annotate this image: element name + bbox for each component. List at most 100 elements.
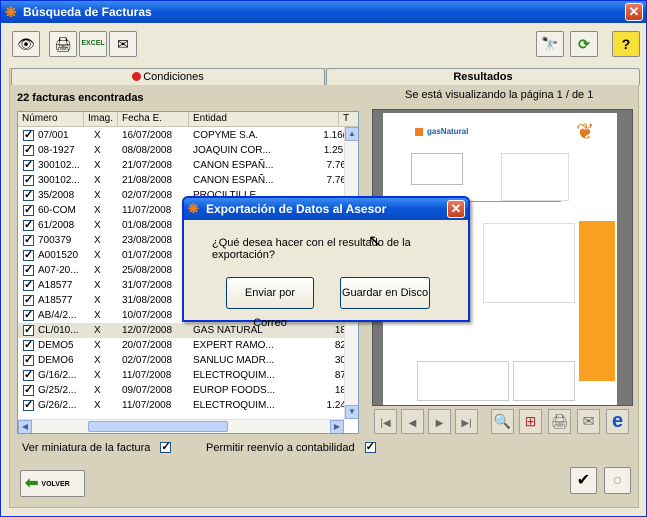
scroll-thumb[interactable] — [88, 421, 228, 432]
first-page-button[interactable]: |◀ — [374, 409, 397, 434]
preview-send-button[interactable]: ✉ — [577, 409, 600, 434]
cell-total: 87 — [334, 370, 346, 381]
tab-results-label: Resultados — [453, 71, 513, 83]
search-button[interactable]: 🔭 — [536, 31, 564, 57]
back-button[interactable]: ⬅ VOLVER — [20, 470, 85, 497]
row-checkbox[interactable] — [23, 338, 34, 353]
table-row[interactable]: 300102... X 21/07/2008 CANON ESPAÑ... 7.76 — [18, 158, 348, 173]
scroll-up-button[interactable]: ▲ — [345, 127, 358, 141]
binoculars-icon: 🔭 — [541, 36, 559, 52]
row-checkbox[interactable] — [23, 188, 34, 203]
excel-icon: EXCEL — [81, 40, 105, 47]
printer-icon: 🖨 — [550, 413, 569, 429]
butterfly-logo-icon: ❦ — [576, 119, 595, 144]
preview-print-button[interactable]: 🖨 — [548, 409, 571, 434]
row-checkbox[interactable] — [23, 173, 34, 188]
column-header-entity[interactable]: Entidad — [189, 112, 339, 127]
check-icon: ✔ — [576, 472, 591, 489]
resend-option[interactable]: Permitir reenvío a contabilidad — [206, 440, 376, 454]
cancel-button[interactable]: ○ — [604, 467, 631, 494]
row-checkbox[interactable] — [23, 203, 34, 218]
accept-button[interactable]: ✔ — [570, 467, 597, 494]
browser-button[interactable]: e — [606, 409, 629, 434]
cell-number: AB/4/2... — [38, 310, 77, 321]
thumbnail-checkbox[interactable] — [160, 440, 172, 453]
column-header-total[interactable]: T — [339, 112, 358, 127]
cell-date: 09/07/2008 — [122, 385, 173, 396]
cell-number: 60-COM — [38, 205, 76, 216]
row-checkbox[interactable] — [23, 263, 34, 278]
scroll-left-button[interactable]: ◀ — [18, 420, 32, 433]
cell-number: 61/2008 — [38, 220, 75, 231]
resend-checkbox[interactable] — [364, 440, 376, 453]
brand-mark-icon — [415, 128, 423, 136]
cell-date: 21/07/2008 — [122, 160, 173, 171]
row-checkbox[interactable] — [23, 353, 34, 368]
eye-icon: 👁 — [17, 36, 35, 52]
print-button[interactable]: 🖨 — [49, 31, 77, 57]
export-button[interactable]: ✉ — [109, 31, 137, 57]
scroll-down-button[interactable]: ▼ — [345, 405, 358, 419]
zoom-button[interactable]: 🔍 — [491, 409, 514, 434]
table-row[interactable]: DEMO5 X 20/07/2008 EXPERT RAMO... 82 — [18, 338, 348, 353]
column-header-date[interactable]: Fecha E. — [118, 112, 189, 127]
column-header-image[interactable]: Imag. — [84, 112, 118, 127]
cell-date: 11/07/2008 — [122, 370, 172, 381]
dialog-title: Exportación de Datos al Asesor — [206, 202, 387, 216]
row-checkbox[interactable] — [23, 128, 34, 143]
send-email-button[interactable]: Enviar por Correo — [226, 277, 314, 329]
help-button[interactable]: ? — [612, 31, 640, 57]
cell-entity: ELECTROQUIM... — [193, 370, 275, 381]
row-checkbox[interactable] — [23, 398, 34, 413]
table-row[interactable]: G/25/2... X 09/07/2008 EUROP FOODS... 18 — [18, 383, 348, 398]
row-checkbox[interactable] — [23, 278, 34, 293]
next-page-button[interactable]: ▶ — [428, 409, 451, 434]
row-checkbox[interactable] — [23, 233, 34, 248]
table-row[interactable]: DEMO6 X 02/07/2008 SANLUC MADR... 30 — [18, 353, 348, 368]
cell-number: G/26/2... — [38, 400, 77, 411]
details-table — [483, 223, 575, 303]
table-row[interactable]: G/26/2... X 11/07/2008 ELECTROQUIM... 1.24 — [18, 398, 348, 413]
horizontal-scrollbar[interactable]: ◀ ▶ — [18, 419, 344, 433]
view-button[interactable]: 👁 — [12, 31, 40, 57]
row-checkbox[interactable] — [23, 143, 34, 158]
cell-date: 10/07/2008 — [122, 310, 173, 321]
tab-results[interactable]: Resultados — [326, 68, 640, 85]
row-checkbox[interactable] — [23, 248, 34, 263]
excel-button[interactable]: EXCEL — [79, 31, 107, 57]
dialog-close-button[interactable]: ✕ — [447, 200, 465, 218]
grid-button[interactable]: ⊞ — [519, 409, 542, 434]
save-disk-button[interactable]: Guardar en Disco — [340, 277, 430, 309]
cell-entity: EXPERT RAMO... — [193, 340, 274, 351]
table-row[interactable]: CL/010...X12/07/2008GAS NATURAL18 — [18, 323, 348, 338]
cell-date: 31/08/2008 — [122, 295, 173, 306]
circle-icon: ○ — [612, 472, 623, 489]
cell-number: G/25/2... — [38, 385, 77, 396]
refresh-button[interactable]: ⟳ — [570, 31, 598, 57]
table-row[interactable]: 300102... X 21/08/2008 CANON ESPAÑ... 7.76 — [18, 173, 348, 188]
tab-conditions[interactable]: Condiciones — [11, 68, 325, 85]
row-checkbox[interactable] — [23, 383, 34, 398]
thumbnail-option[interactable]: Ver miniatura de la factura — [22, 440, 172, 454]
column-header-number[interactable]: Número — [18, 112, 84, 127]
invoice-brand: gasNatural — [427, 127, 469, 136]
table-row[interactable]: G/16/2... X 11/07/2008 ELECTROQUIM... 87 — [18, 368, 348, 383]
app-leaf-icon: ❋ — [5, 4, 17, 20]
mail-icon: ✉ — [117, 36, 129, 52]
row-checkbox[interactable] — [23, 158, 34, 173]
row-checkbox[interactable] — [23, 293, 34, 308]
cell-image: X — [94, 400, 101, 411]
table-row[interactable]: 08-1927 X 08/08/2008 JOAQUIN COR... 1.25: — [18, 143, 348, 158]
row-checkbox[interactable] — [23, 323, 34, 338]
window-close-button[interactable]: ✕ — [625, 3, 643, 21]
cell-number: DEMO6 — [38, 355, 74, 366]
row-checkbox[interactable] — [23, 308, 34, 323]
cell-number: 700379 — [38, 235, 72, 246]
scroll-right-button[interactable]: ▶ — [330, 420, 344, 433]
prev-page-button[interactable]: ◀ — [401, 409, 424, 434]
row-checkbox[interactable] — [23, 218, 34, 233]
help-icon: ? — [621, 36, 631, 52]
last-page-button[interactable]: ▶| — [455, 409, 478, 434]
table-row[interactable]: 07/001 X 16/07/2008 COPYME S.A. 1.16( — [18, 128, 348, 143]
row-checkbox[interactable] — [23, 368, 34, 383]
